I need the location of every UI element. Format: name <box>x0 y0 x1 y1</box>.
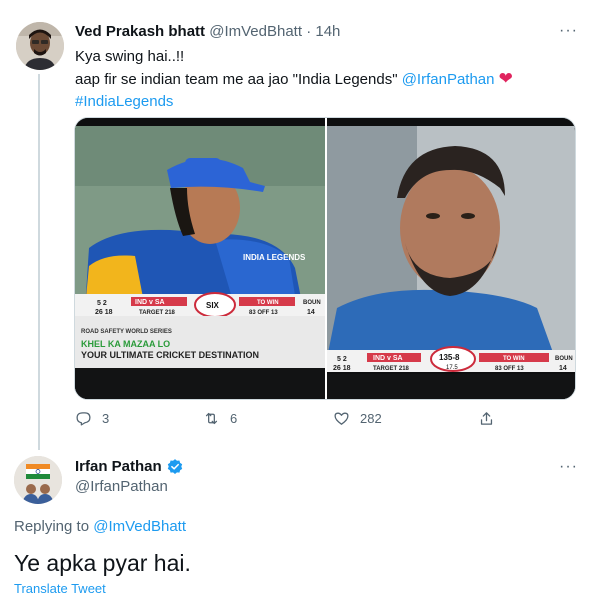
reply-handle[interactable]: @IrfanPathan <box>75 478 168 495</box>
irfan-avatar[interactable] <box>14 456 62 504</box>
display-name[interactable]: Ved Prakash bhatt <box>75 23 205 40</box>
retweet-count: 6 <box>230 411 238 426</box>
handle[interactable]: @ImVedBhatt <box>209 23 302 40</box>
media-image-left[interactable]: INDIA LEGENDS 5 2 26 18 IND v SA TARGET … <box>75 118 325 400</box>
left-bound: BOUN <box>303 300 321 306</box>
hashtag-link[interactable]: #IndiaLegends <box>75 91 575 113</box>
right-to-win-value: 83 OFF 13 <box>495 366 524 372</box>
timestamp[interactable]: 14h <box>315 23 340 40</box>
right-score-1: 5 2 <box>337 356 347 363</box>
mention-link[interactable]: @IrfanPathan <box>402 71 495 88</box>
right-center-score: 135-8 <box>439 353 460 362</box>
original-tweet: Ved Prakash bhatt @ImVedBhatt · 14h ··· … <box>0 0 600 450</box>
heart-emoji-icon: ❤ <box>498 69 513 88</box>
right-match-label: IND v SA <box>373 355 403 362</box>
share-icon <box>480 412 493 425</box>
flag-saffron <box>26 464 50 469</box>
reply-tweet: Irfan Pathan @IrfanPathan ··· Replying t… <box>0 450 600 607</box>
left-to-win-value: 83 OFF 13 <box>249 310 278 316</box>
six-label: SIX <box>206 301 220 310</box>
heart-icon <box>334 412 349 425</box>
verified-badge-icon <box>167 459 182 474</box>
retweet-button[interactable]: 6 <box>203 410 237 427</box>
media-divider <box>325 118 327 399</box>
right-center-overs: 17.5 <box>446 365 458 371</box>
reply-button[interactable]: 3 <box>75 410 109 427</box>
share-button[interactable] <box>478 410 495 427</box>
reply-name-row: Irfan Pathan <box>75 457 184 477</box>
tweet-line-2-text: aap fir se indian team me aa jao "India … <box>75 71 398 88</box>
jersey-text: INDIA LEGENDS <box>243 253 306 262</box>
tweet-media[interactable]: INDIA LEGENDS 5 2 26 18 IND v SA TARGET … <box>74 117 576 400</box>
replying-to-prefix: Replying to <box>14 518 90 535</box>
reply-more-options-icon[interactable]: ··· <box>559 458 578 476</box>
translate-tweet-link[interactable]: Translate Tweet <box>14 581 106 596</box>
like-button[interactable]: 282 <box>333 410 382 427</box>
left-match-label: IND v SA <box>135 299 165 306</box>
left-to-win: TO WIN <box>257 300 279 306</box>
like-count: 282 <box>360 411 382 426</box>
separator: · <box>306 23 312 40</box>
reply-text: Ye apka pyar hai. <box>14 550 191 576</box>
tweet-line-2: aap fir se indian team me aa jao "India … <box>75 68 575 91</box>
right-target-label: TARGET 218 <box>373 366 410 372</box>
left-score-2: 26 18 <box>95 309 113 316</box>
more-options-icon[interactable]: ··· <box>559 22 578 40</box>
banner-line-2: KHEL KA MAZAA LO <box>81 339 170 349</box>
tweet-line-1: Kya swing hai..!! <box>75 48 185 65</box>
ved-avatar[interactable] <box>16 22 64 70</box>
retweet-icon <box>205 412 218 425</box>
reply-display-name[interactable]: Irfan Pathan <box>75 457 162 477</box>
replying-to-handle[interactable]: @ImVedBhatt <box>93 518 186 535</box>
flag-green <box>26 474 50 479</box>
thread-connector-line <box>38 74 40 450</box>
right-to-win: TO WIN <box>503 356 525 362</box>
left-score-1: 5 2 <box>97 300 107 307</box>
banner-line-3: YOUR ULTIMATE CRICKET DESTINATION <box>81 350 259 360</box>
left-target-label: TARGET 218 <box>139 310 176 316</box>
tweet-header: Ved Prakash bhatt @ImVedBhatt · 14h <box>75 22 340 42</box>
media-image-right[interactable]: 5 2 26 18 IND v SA TARGET 218 135-8 17.5… <box>327 118 576 400</box>
left-bound-value: 14 <box>307 309 315 316</box>
reply-icon <box>76 412 91 426</box>
right-bound: BOUN <box>555 356 573 362</box>
tweet-actions: 3 6 282 <box>75 410 515 434</box>
replying-to: Replying to @ImVedBhatt <box>14 518 186 535</box>
tweet-text: Kya swing hai..!! aap fir se indian team… <box>75 46 575 113</box>
right-score-2: 26 18 <box>333 365 351 372</box>
reply-count: 3 <box>102 411 110 426</box>
right-bound-value: 14 <box>559 365 567 372</box>
banner-line-1: ROAD SAFETY WORLD SERIES <box>81 329 172 335</box>
